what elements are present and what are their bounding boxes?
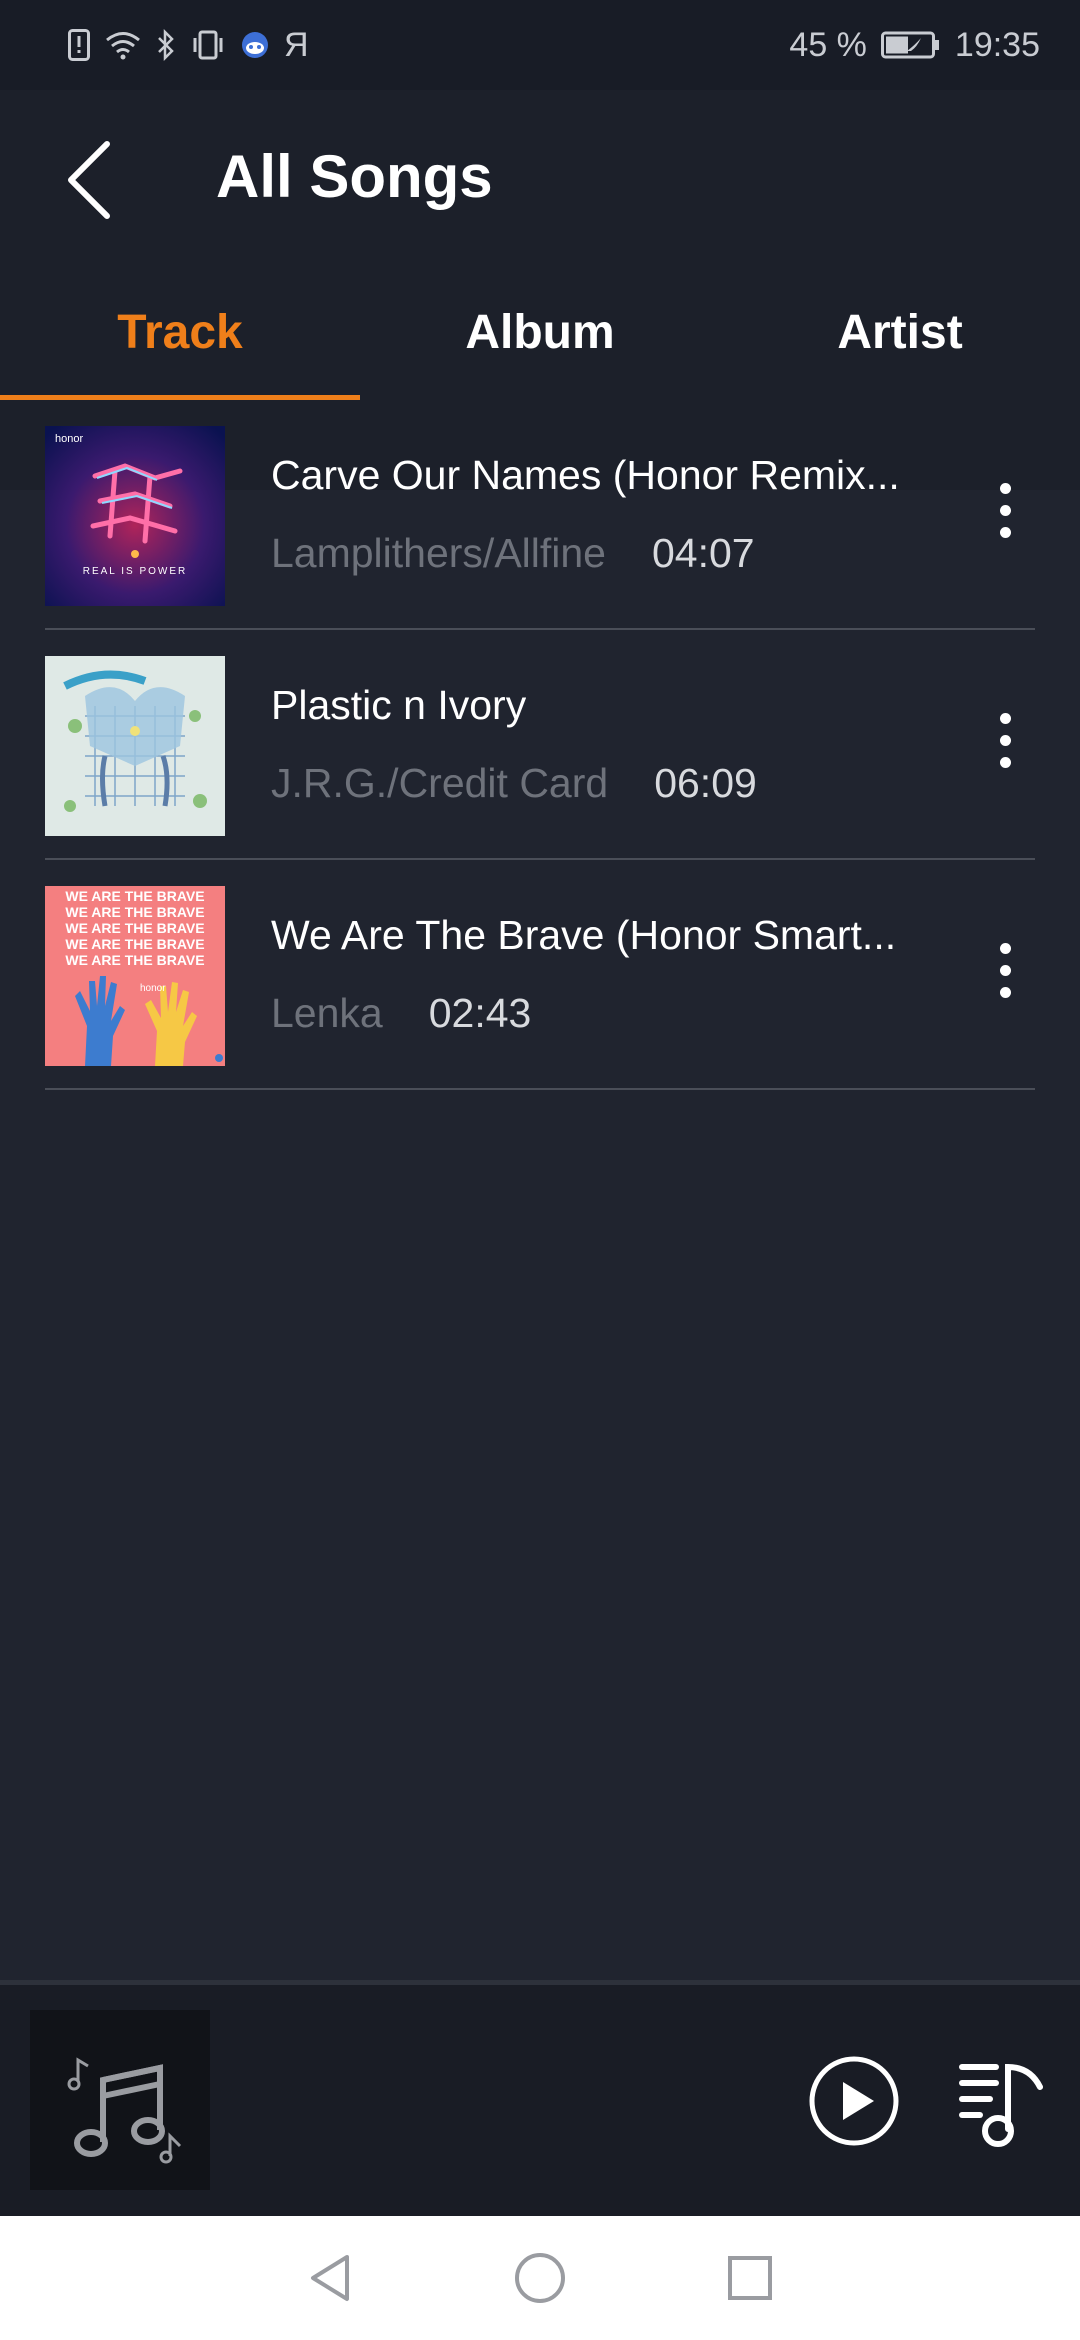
album-art-plastic-ivory	[45, 656, 225, 836]
brave-line-2: WE ARE THE BRAVE	[65, 904, 204, 920]
tab-track[interactable]: Track	[0, 265, 360, 400]
more-dot	[999, 756, 1011, 768]
song-duration: 04:07	[652, 530, 755, 576]
song-list: honor REAL IS POWER Carve Our Names (Hon…	[0, 400, 1080, 1090]
tab-bar: Track Album Artist	[0, 265, 1080, 400]
nav-back-button[interactable]	[300, 2248, 360, 2308]
playlist-icon	[959, 2063, 1043, 2147]
song-meta: Lamplithers/Allfine 04:07	[271, 530, 755, 577]
song-artist: Lamplithers/Allfine	[271, 530, 606, 576]
status-icons-left: Я	[68, 26, 309, 65]
nav-recents-button[interactable]	[720, 2248, 780, 2308]
sim-alert-icon	[68, 29, 90, 61]
song-row[interactable]: honor REAL IS POWER Carve Our Names (Hon…	[45, 400, 1035, 630]
tab-album[interactable]: Album	[360, 265, 720, 400]
brave-line-1: WE ARE THE BRAVE	[65, 888, 204, 904]
album-art-honor-remix: honor REAL IS POWER	[45, 426, 225, 606]
chevron-left-icon	[68, 141, 110, 219]
song-title: Carve Our Names (Honor Remix...	[271, 452, 900, 498]
now-playing-art[interactable]	[30, 2010, 210, 2190]
more-dot	[999, 504, 1011, 516]
music-notes-icon	[67, 2057, 182, 2164]
nav-back-icon	[311, 2255, 349, 2301]
bluetooth-icon	[156, 29, 176, 61]
song-meta: Lenka 02:43	[271, 990, 531, 1037]
yandex-icon: Я	[284, 25, 309, 64]
song-row[interactable]: WE ARE THE BRAVE WE ARE THE BRAVE WE ARE…	[45, 860, 1035, 1090]
nav-home-icon	[515, 2253, 565, 2303]
album-art-we-are-the-brave: WE ARE THE BRAVE WE ARE THE BRAVE WE ARE…	[45, 886, 225, 1066]
song-duration: 02:43	[428, 990, 532, 1036]
brave-line-5: WE ARE THE BRAVE	[65, 952, 204, 968]
battery-icon	[880, 31, 941, 59]
back-button[interactable]	[48, 130, 128, 230]
more-dot	[999, 986, 1011, 998]
more-dot	[999, 526, 1011, 538]
more-options-button[interactable]	[975, 460, 1035, 560]
play-icon	[809, 2056, 899, 2146]
wifi-icon	[104, 30, 142, 60]
nav-home-button[interactable]	[510, 2248, 570, 2308]
song-title: Plastic n Ivory	[271, 682, 527, 728]
brave-line-4: WE ARE THE BRAVE	[65, 936, 204, 952]
real-is-power-text: REAL IS POWER	[83, 566, 188, 577]
mini-player	[0, 1980, 1080, 2221]
more-dot	[999, 942, 1011, 954]
song-meta: J.R.G./Credit Card 06:09	[271, 760, 757, 807]
status-icons-right: 45 % 19:35	[789, 26, 1040, 65]
more-dot	[999, 482, 1011, 494]
more-dot	[999, 712, 1011, 724]
playlist-button[interactable]	[956, 2053, 1052, 2149]
play-button[interactable]	[808, 2055, 900, 2147]
more-options-button[interactable]	[975, 920, 1035, 1020]
status-bar: Я 45 % 19:35	[0, 0, 1080, 90]
song-artist: Lenka	[271, 990, 383, 1036]
song-row[interactable]: Plastic n Ivory J.R.G./Credit Card 06:09	[45, 630, 1035, 860]
tab-artist[interactable]: Artist	[720, 265, 1080, 400]
more-dot	[999, 734, 1011, 746]
system-nav-bar	[0, 2216, 1080, 2340]
assistant-icon	[240, 30, 270, 60]
nav-recents-icon	[728, 2256, 772, 2300]
battery-percent: 45 %	[789, 25, 867, 64]
brave-line-3: WE ARE THE BRAVE	[65, 920, 204, 936]
more-dot	[999, 964, 1011, 976]
clock: 19:35	[954, 25, 1040, 64]
vibrate-icon	[190, 30, 226, 60]
page-title: All Songs	[216, 143, 493, 210]
brave-honor-logo: honor	[140, 983, 166, 994]
song-duration: 06:09	[654, 760, 757, 806]
honor-logo-text: honor	[55, 433, 83, 445]
more-options-button[interactable]	[975, 690, 1035, 790]
song-title: We Are The Brave (Honor Smart...	[271, 912, 897, 958]
song-artist: J.R.G./Credit Card	[271, 760, 609, 806]
